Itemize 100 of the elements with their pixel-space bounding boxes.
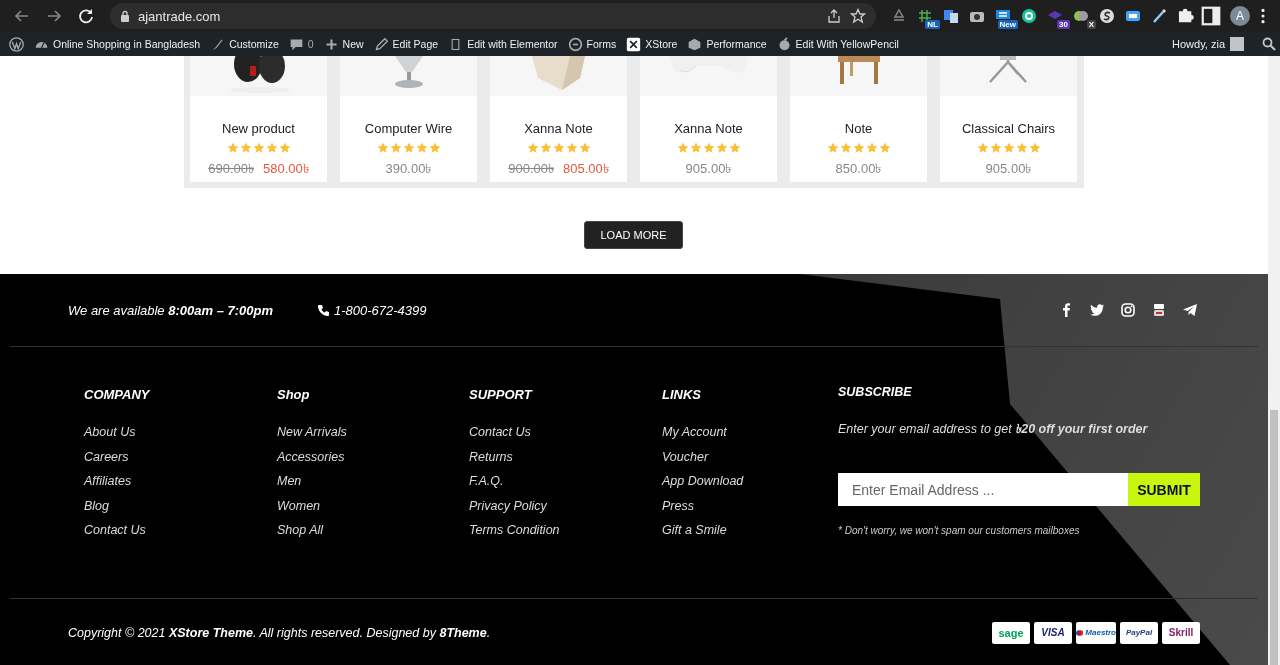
footer-link[interactable]: Contact Us	[84, 523, 146, 537]
admin-item-icon	[567, 36, 583, 52]
footer-link[interactable]: Contact Us	[469, 425, 531, 439]
instagram-icon[interactable]	[1120, 302, 1136, 318]
footer-link[interactable]: Blog	[84, 498, 110, 513]
admin-bar-item[interactable]: Performance	[682, 32, 772, 56]
payment-logo: sage	[992, 621, 1030, 644]
footer-link[interactable]: Men	[277, 474, 302, 488]
payment-logo: Skrill	[1162, 621, 1200, 644]
admin-bar-item[interactable]: New	[318, 32, 369, 56]
star-icon	[415, 142, 428, 154]
star-icon	[676, 142, 689, 154]
admin-bar-item[interactable]: Forms	[562, 32, 622, 56]
footer-link[interactable]: Terms Condition	[469, 523, 560, 537]
admin-bar-item[interactable]: Online Shopping in Bangladesh	[29, 32, 206, 56]
footer-link[interactable]: Press	[662, 498, 694, 513]
side-panel-icon[interactable]	[1200, 5, 1222, 27]
load-more-button[interactable]: LOAD MORE	[584, 221, 683, 249]
admin-bar-item[interactable]: XStore	[621, 32, 683, 56]
footer-link[interactable]: New Arrivals	[277, 425, 347, 439]
product-title[interactable]: Xanna Note	[524, 121, 593, 136]
column-heading: Shop	[277, 387, 311, 404]
extension-icon[interactable]	[1125, 8, 1141, 24]
admin-bar-item[interactable]: 0	[283, 32, 319, 56]
star-outline-icon[interactable]	[850, 8, 866, 24]
telegram-icon[interactable]	[1182, 302, 1198, 318]
product-title[interactable]: Xanna Note	[674, 121, 743, 136]
admin-item-icon	[626, 36, 642, 52]
extension-icon[interactable]	[943, 8, 959, 24]
column-heading: LINKS	[662, 387, 702, 404]
product-title[interactable]: New product	[222, 121, 295, 136]
admin-bar-item[interactable]: Customize	[205, 32, 284, 56]
admin-item-icon	[373, 36, 389, 52]
profile-avatar[interactable]: A	[1230, 6, 1250, 26]
star-icon	[728, 142, 741, 154]
subscribe-text: Enter your email address to get ৳20 off your first order	[838, 421, 1149, 438]
scrollbar[interactable]	[1268, 56, 1280, 665]
extension-icon[interactable]	[917, 8, 933, 24]
admin-bar-item[interactable]: Edit Page	[368, 32, 444, 56]
product-title[interactable]: Note	[844, 121, 873, 136]
address-bar[interactable]: ajantrade.com	[110, 3, 876, 29]
share-icon[interactable]	[826, 8, 842, 24]
star-icon	[565, 142, 578, 154]
product-card[interactable]: Xanna Note 900.00৳ 805.00৳	[490, 56, 627, 182]
extension-badge: 30	[1057, 20, 1070, 29]
availability-text: We are available 8:00am – 7:00pm	[68, 302, 274, 318]
footer-link[interactable]: F.A.Q.	[469, 474, 504, 488]
product-card[interactable]: Computer Wire 390.00৳	[340, 56, 477, 182]
extension-icon[interactable]	[1021, 8, 1037, 24]
footer-link[interactable]: Accessories	[277, 449, 345, 464]
extension-badge: X	[1086, 20, 1096, 29]
star-icon	[539, 142, 552, 154]
star-icon	[689, 142, 702, 154]
search-icon[interactable]	[1262, 37, 1276, 51]
admin-bar-item[interactable]: Edit with Elementor	[443, 32, 563, 56]
price: 905.00৳	[985, 160, 1032, 178]
footer-link[interactable]: Gift a Smile	[662, 523, 727, 537]
twitter-icon[interactable]	[1089, 302, 1105, 318]
footer-link[interactable]: Shop All	[277, 523, 324, 537]
footer-link[interactable]: Returns	[469, 449, 513, 464]
star-icon	[226, 142, 239, 154]
footer-link[interactable]: My Account	[662, 425, 727, 439]
star-icon	[389, 142, 402, 154]
youtube-icon[interactable]	[1151, 302, 1167, 318]
wordpress-logo-icon	[9, 36, 24, 52]
star-icon	[715, 142, 728, 154]
footer-link[interactable]: Privacy Policy	[469, 498, 547, 513]
lock-icon	[120, 10, 130, 22]
scrollbar-thumb[interactable]	[1270, 410, 1278, 665]
admin-bar-item[interactable]: Edit With YellowPencil	[771, 32, 904, 56]
star-icon	[976, 142, 989, 154]
footer-link[interactable]: Affiliates	[84, 474, 132, 488]
star-icon	[376, 142, 389, 154]
product-card[interactable]: New product 690.00৳ 580.00৳	[190, 56, 327, 182]
extension-icon[interactable]	[1073, 8, 1089, 24]
product-card[interactable]: Classical Chairs 905.00৳	[940, 56, 1077, 182]
extension-icon[interactable]	[1099, 8, 1115, 24]
footer-link[interactable]: App Download	[662, 474, 744, 488]
footer-link[interactable]: Voucher	[662, 449, 709, 464]
old-price: 690.00৳	[208, 160, 254, 178]
subscribe-heading: SUBSCRIBE	[838, 385, 913, 401]
copyright-text: Copyright © 2021 XStore Theme. All rights reserved. Designed by 8Theme.	[68, 625, 491, 640]
star-icon	[265, 142, 278, 154]
footer-link[interactable]: About Us	[84, 425, 136, 439]
price: 580.00৳	[263, 160, 309, 178]
star-icon	[839, 142, 852, 154]
email-field[interactable]: Enter Email Address ...	[838, 473, 1128, 506]
product-title[interactable]: Classical Chairs	[961, 121, 1056, 136]
extension-icon[interactable]	[1151, 8, 1167, 24]
footer-link[interactable]: Women	[277, 498, 321, 513]
greeting[interactable]: Howdy, zia	[1172, 38, 1225, 50]
product-title[interactable]: Computer Wire	[364, 121, 453, 136]
payment-logo: Maestro	[1076, 621, 1116, 644]
product-card[interactable]: Xanna Note 905.00৳	[640, 56, 777, 182]
product-card[interactable]: Note 850.00৳	[790, 56, 927, 182]
star-icon	[1028, 142, 1041, 154]
phone-number[interactable]: 1-800-672-4399	[334, 302, 427, 318]
footer-link[interactable]: Careers	[84, 449, 129, 464]
submit-button[interactable]: SUBMIT	[1128, 473, 1200, 506]
star-icon	[1015, 142, 1028, 154]
